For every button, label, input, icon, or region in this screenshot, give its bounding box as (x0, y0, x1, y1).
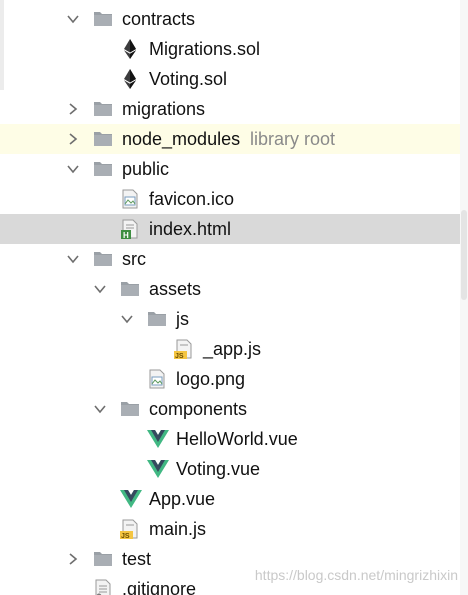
tree-node-label: assets (149, 279, 202, 299)
vue-icon (147, 429, 169, 449)
tree-node-label: index.html (149, 219, 232, 239)
tree-node-label: migrations (122, 99, 206, 119)
tree-node-favicon-ico[interactable]: favicon.ico (0, 184, 460, 214)
tree-node-logo-png[interactable]: logo.png (0, 364, 460, 394)
tree-node-label: HelloWorld.vue (176, 429, 298, 449)
js-file-icon: JS (174, 339, 194, 360)
tree-node-label: _app.js (203, 339, 262, 359)
html-file-icon: H (120, 219, 140, 240)
tree-node-app-vue[interactable]: App.vue (0, 484, 460, 514)
folder-icon (147, 309, 167, 329)
svg-text:JS: JS (121, 533, 130, 539)
tree-node-helloworld-vue[interactable]: HelloWorld.vue (0, 424, 460, 454)
svg-text:JS: JS (175, 353, 184, 359)
tree-node-js[interactable]: js (0, 304, 460, 334)
folder-icon (93, 129, 113, 149)
tree-node-label: js (176, 309, 189, 329)
project-tree: contracts Migrations.sol Voting.sol migrati… (0, 0, 468, 595)
tree-node-label: Voting.sol (149, 69, 228, 89)
vertical-scrollbar[interactable] (460, 0, 468, 595)
tree-node-src[interactable]: src (0, 244, 460, 274)
chevron-down-icon[interactable] (66, 244, 80, 274)
chevron-right-icon[interactable] (66, 544, 80, 574)
ethereum-icon (120, 39, 140, 59)
tree-node-index-html[interactable]: Hindex.html (0, 214, 460, 244)
vue-icon (147, 459, 169, 479)
library-root-hint: library root (250, 129, 336, 149)
tree-node-contracts[interactable]: contracts (0, 4, 460, 34)
tree-node-components[interactable]: components (0, 394, 460, 424)
tree-node-voting-vue[interactable]: Voting.vue (0, 454, 460, 484)
js-file-icon: JS (120, 519, 140, 540)
svg-text:H: H (123, 231, 129, 239)
watermark: https://blog.csdn.net/mingrizhixin (254, 567, 458, 583)
chevron-right-icon[interactable] (66, 94, 80, 124)
vue-icon (120, 489, 142, 509)
tree-node-label: Migrations.sol (149, 39, 261, 59)
chevron-down-icon[interactable] (93, 394, 107, 424)
folder-icon (93, 159, 113, 179)
tree-node-main-js[interactable]: JS main.js (0, 514, 460, 544)
folder-icon (93, 249, 113, 269)
tree-node-migrations[interactable]: migrations (0, 94, 460, 124)
scrollbar-thumb[interactable] (461, 210, 467, 300)
tree-node-label: public (122, 159, 170, 179)
tree-node-public[interactable]: public (0, 154, 460, 184)
tree-node-label: components (149, 399, 248, 419)
tree-node-label: main.js (149, 519, 207, 539)
chevron-down-icon[interactable] (120, 304, 134, 334)
tree-node-app-js[interactable]: JS _app.js (0, 334, 460, 364)
folder-icon (93, 549, 113, 569)
chevron-down-icon[interactable] (93, 274, 107, 304)
chevron-right-icon[interactable] (66, 124, 80, 154)
ethereum-icon (120, 69, 140, 89)
folder-icon (93, 9, 113, 29)
tree-node-assets[interactable]: assets (0, 274, 460, 304)
tree-node-label: .gitignore (122, 579, 197, 595)
tree-node-label: src (122, 249, 146, 269)
tree-node-label: test (122, 549, 152, 569)
tree-node-label: favicon.ico (149, 189, 235, 209)
tree-node-voting-sol[interactable]: Voting.sol (0, 64, 460, 94)
text-file-icon (93, 579, 113, 595)
folder-icon (120, 279, 140, 299)
folder-icon (120, 399, 140, 419)
image-file-icon (147, 369, 167, 389)
chevron-down-icon[interactable] (66, 154, 80, 184)
folder-icon (93, 99, 113, 119)
tree-node-migrations-sol[interactable]: Migrations.sol (0, 34, 460, 64)
tree-node-label: contracts (122, 9, 196, 29)
tree-node-label: Voting.vue (176, 459, 261, 479)
tree-node-label: logo.png (176, 369, 246, 389)
tree-node-label: node_modules (122, 129, 241, 149)
tree-node-label: App.vue (149, 489, 216, 509)
tree-node-node-modules[interactable]: node_modules library root (0, 124, 460, 154)
image-file-icon (120, 189, 140, 209)
chevron-down-icon[interactable] (66, 4, 80, 34)
